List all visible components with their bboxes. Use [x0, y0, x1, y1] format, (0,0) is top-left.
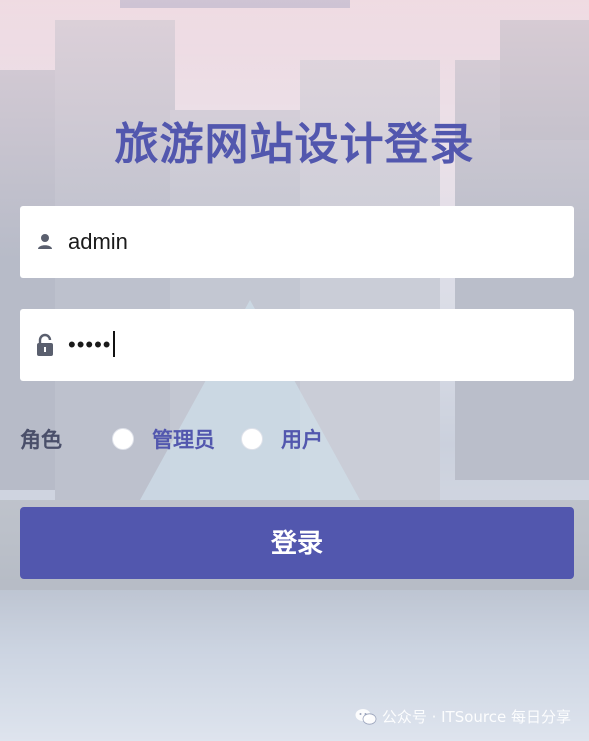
user-icon [38, 234, 52, 249]
role-radio-user[interactable] [241, 428, 263, 450]
password-input[interactable]: ••••• [68, 309, 115, 381]
text-caret [112, 331, 115, 358]
role-label: 角色 [20, 428, 62, 452]
role-option-user-label[interactable]: 用户 [281, 424, 323, 456]
wechat-icon [355, 708, 377, 725]
role-option-admin-label[interactable]: 管理员 [152, 424, 215, 456]
username-field[interactable] [20, 206, 574, 278]
lock-icon [37, 333, 53, 356]
role-radio-admin[interactable] [112, 428, 134, 450]
password-field[interactable]: ••••• [20, 309, 574, 381]
username-input[interactable] [68, 206, 558, 278]
password-mask: ••••• [68, 332, 112, 357]
page-title: 旅游网站设计登录 [114, 119, 475, 170]
login-page: 旅游网站设计登录 ••••• 角色 管理员 用户 登录 公众号 · ITSour… [0, 0, 589, 741]
login-button[interactable]: 登录 [20, 507, 574, 579]
role-selector: 角色 管理员 用户 [20, 424, 574, 456]
watermark-text: 公众号 · ITSource 每日分享 [381, 708, 571, 726]
watermark: 公众号 · ITSource 每日分享 [355, 706, 571, 727]
